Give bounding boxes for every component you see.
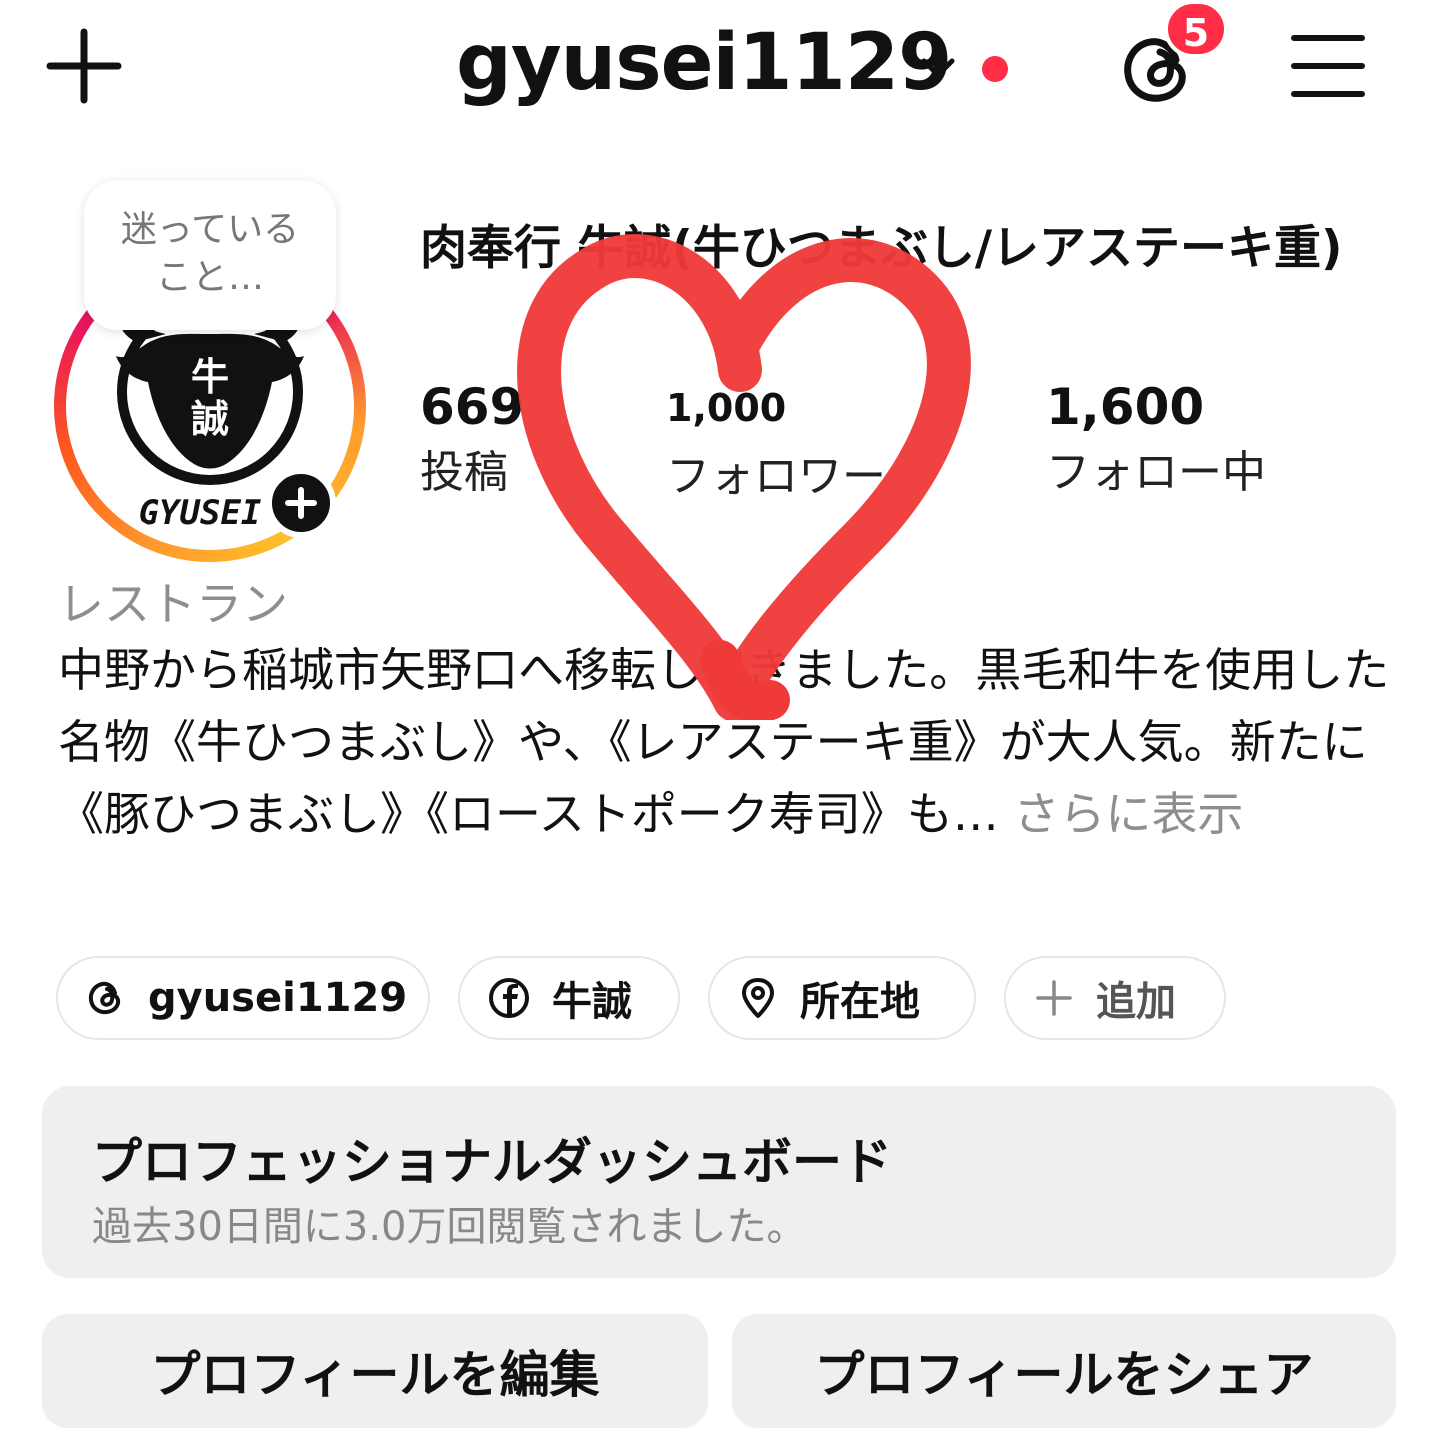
chip-location-label: 所在地 [800,979,920,1025]
chip-facebook-label: 牛誠 [552,979,632,1025]
threads-icon [88,981,121,1015]
chip-facebook-link[interactable]: 牛誠 [458,956,680,1040]
chip-add-label: 追加 [1096,979,1176,1025]
notification-badge: 5 [1164,0,1228,58]
dashboard-title: プロフェッショナルダッシュボード [92,1133,892,1191]
edit-profile-button[interactable]: プロフィールを編集 [42,1314,708,1428]
note-text-line2: こと… [155,257,264,298]
chip-add-link[interactable]: 追加 [1004,956,1226,1040]
note-text-line1: 迷っている [120,209,300,250]
chip-threads-link[interactable]: gyusei1129 [56,956,430,1040]
add-story-button[interactable] [266,468,336,538]
chip-location-link[interactable]: 所在地 [708,956,976,1040]
menu-button[interactable] [1290,32,1366,100]
stat-followers[interactable]: 1,000 フォロワー [666,386,886,504]
note-bubble[interactable]: 迷っている こと… [84,180,336,330]
plus-icon [1036,980,1072,1016]
location-pin-icon [742,978,774,1018]
stat-followers-label: フォロワー [666,451,886,502]
dashboard-subtitle: 過去30日間に3.0万回閲覧されました。 [92,1204,807,1250]
logo-kanji-1: 牛 [191,354,229,399]
share-profile-button[interactable]: プロフィールをシェア [732,1314,1396,1428]
hamburger-menu-icon [1291,35,1365,97]
create-button[interactable] [44,26,124,106]
unread-dot [982,56,1008,82]
category-label: レストラン [58,577,288,631]
plus-icon [46,28,122,104]
account-switcher-username[interactable]: gyusei1129 [456,18,952,108]
stat-following-value: 1,600 [1046,378,1205,436]
stat-posts[interactable]: 669 投稿 [420,378,524,500]
chevron-down-icon[interactable] [916,46,960,90]
display-name: 肉奉行 牛誠(牛ひつまぶし/レアステーキ重) [420,221,1343,276]
bio-text: 中野から稲城市矢野口へ移転してきました。黒毛和牛を使用した名物《牛ひつまぶし》や… [58,634,1398,850]
show-more-link[interactable]: さらに表示 [1013,787,1243,841]
chip-threads-label: gyusei1129 [148,975,408,1021]
logo-kanji-2: 誠 [191,396,229,441]
plus-icon [285,487,317,519]
logo-text: GYUSEI [139,493,262,533]
stat-posts-label: 投稿 [420,447,508,498]
stat-following[interactable]: 1,600 フォロー中 [1046,378,1266,500]
stat-posts-value: 669 [420,378,525,436]
stat-following-label: フォロー中 [1046,447,1266,498]
facebook-icon [489,978,529,1018]
stat-followers-value: 1,000 [666,386,787,430]
